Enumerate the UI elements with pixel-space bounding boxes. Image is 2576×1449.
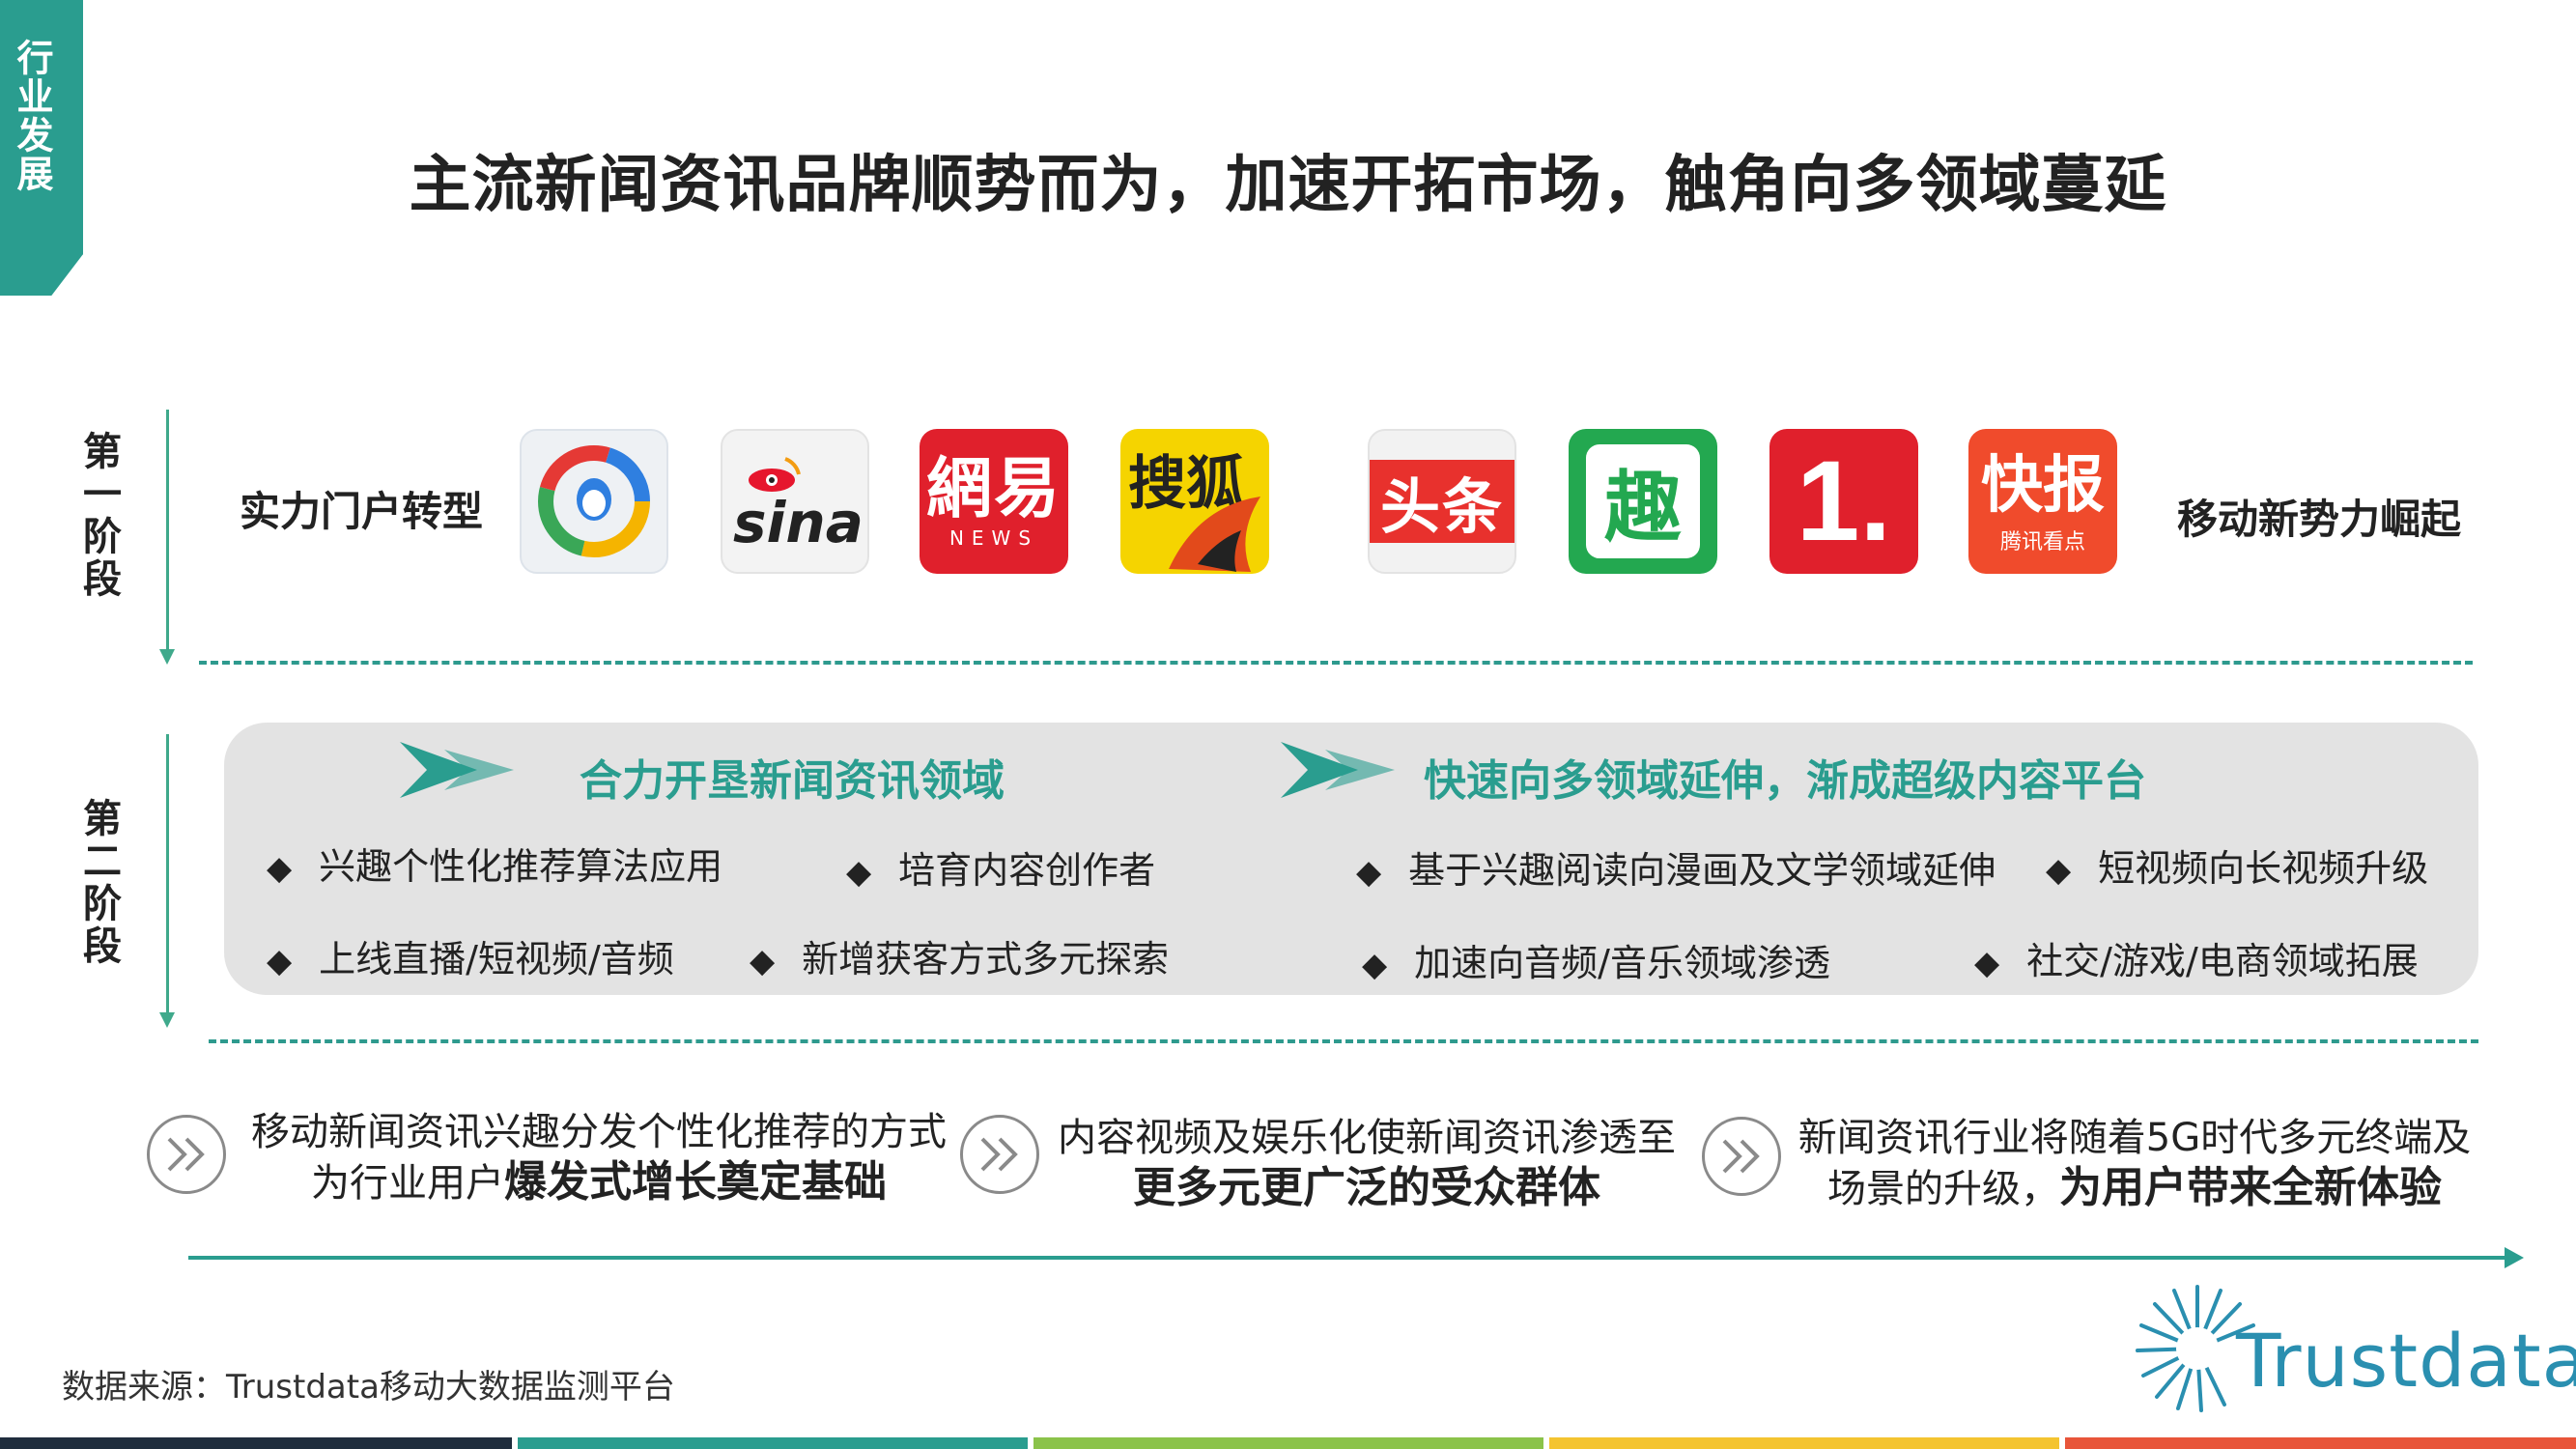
list-item: ◆ 培育内容创作者 [846, 849, 1156, 892]
diamond-icon: ◆ [267, 849, 293, 888]
stage1-label: 第一阶段 [76, 431, 121, 601]
diamond-icon: ◆ [1974, 944, 2000, 982]
footer-bar-2 [518, 1437, 1028, 1449]
diamond-icon: ◆ [846, 853, 872, 892]
list-item: ◆ 加速向音频/音乐领域渗透 [1362, 942, 1830, 984]
stage1-arrow [159, 410, 175, 665]
diamond-icon: ◆ [2046, 851, 2072, 890]
stage2-heading-left: 合力开垦新闻资讯领域 [580, 756, 1005, 806]
list-item: ◆ 上线直播/短视频/音频 [267, 938, 674, 980]
netease-news-logo: 網易 NEWS [920, 429, 1068, 574]
qutoutiao-logo-text: 趣 [1604, 463, 1682, 553]
kuaibao-logo-sub: 腾讯看点 [1999, 530, 2085, 554]
trustdata-brand: Trustdata [2130, 1273, 2576, 1418]
list-item: ◆ 新增获客方式多元探索 [750, 938, 1170, 980]
toutiao-logo: 头条 [1368, 429, 1516, 574]
diamond-icon: ◆ [750, 942, 776, 980]
toutiao-logo-text: 头条 [1379, 471, 1504, 542]
stage2-heading-right: 快速向多领域延伸，渐成超级内容平台 [1424, 756, 2146, 806]
double-arrow-icon [1281, 742, 1395, 798]
sina-logo: sina [721, 429, 869, 574]
stage1-right-label: 移动新势力崛起 [2177, 496, 2462, 543]
chevron-double-right-icon [1702, 1117, 1781, 1196]
chevron-double-right-icon [147, 1115, 226, 1194]
stage2-arrow [159, 734, 175, 1028]
qutoutiao-logo: 趣 [1569, 429, 1717, 574]
list-item: ◆ 短视频向长视频升级 [2046, 847, 2429, 890]
data-source: 数据来源：Trustdata移动大数据监测平台 [62, 1368, 675, 1406]
summary-3: 新闻资讯行业将随着5G时代多元终端及 场景的升级，为用户带来全新体验 [1798, 1116, 2472, 1212]
sina-logo-text: sina [733, 490, 863, 555]
stage2-label: 第二阶段 [76, 798, 121, 968]
footer-bar-1 [0, 1437, 512, 1449]
list-item: ◆ 兴趣个性化推荐算法应用 [267, 845, 723, 888]
brand-text: Trustdata [2236, 1318, 2576, 1404]
stage1-left-label: 实力门户转型 [240, 488, 484, 535]
diamond-icon: ◆ [267, 942, 293, 980]
footer-bar-5 [2065, 1437, 2576, 1449]
netease-logo-sub: NEWS [948, 526, 1039, 550]
kuaibao-logo-text: 快报 [1981, 450, 2105, 522]
yidian-logo: 1. [1769, 429, 1918, 574]
list-item: ◆ 社交/游戏/电商领域拓展 [1974, 940, 2419, 982]
kuaibao-logo: 快报 腾讯看点 [1968, 429, 2117, 574]
chevron-double-right-icon [960, 1115, 1039, 1194]
tencent-news-logo [520, 429, 668, 574]
timeline-arrow [188, 1247, 2524, 1268]
footer-bar-3 [1033, 1437, 1543, 1449]
yidian-logo-text: 1. [1796, 438, 1892, 565]
footer-bar-4 [1549, 1437, 2059, 1449]
diamond-icon: ◆ [1356, 853, 1382, 892]
diamond-icon: ◆ [1362, 946, 1388, 984]
summary-2: 内容视频及娱乐化使新闻资讯渗透至 更多元更广泛的受众群体 [1058, 1116, 1676, 1212]
divider-2 [209, 1039, 2478, 1043]
netease-logo-text: 網易 [925, 451, 1062, 527]
list-item: ◆ 基于兴趣阅读向漫画及文学领域延伸 [1356, 849, 1996, 892]
sohu-logo: 搜狐 [1120, 429, 1269, 574]
divider-1 [199, 661, 2473, 665]
page-title: 主流新闻资讯品牌顺势而为，加速开拓市场，触角向多领域蔓延 [409, 150, 2167, 221]
double-arrow-icon [400, 742, 514, 798]
summary-1: 移动新闻资讯兴趣分发个性化推荐的方式 为行业用户爆发式增长奠定基础 [251, 1110, 947, 1207]
